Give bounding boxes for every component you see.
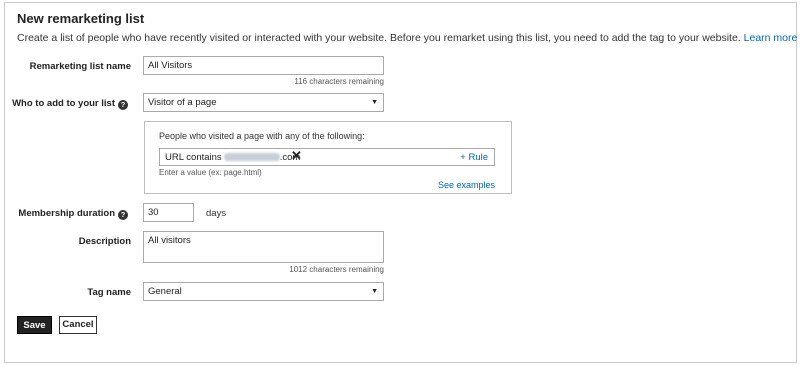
intro-text: Create a list of people who have recentl…	[17, 32, 797, 44]
list-name-label: Remarketing list name	[29, 61, 131, 72]
membership-duration-input[interactable]: 30	[143, 203, 194, 222]
tag-name-label: Tag name	[87, 287, 131, 298]
redacted-domain	[223, 153, 280, 161]
rule-box: People who visited a page with any of th…	[144, 121, 512, 194]
who-to-add-label: Who to add to your list?	[12, 98, 128, 110]
intro-description: Create a list of people who have recentl…	[17, 32, 741, 44]
save-button[interactable]: Save	[17, 316, 52, 334]
list-name-input[interactable]: All Visitors	[143, 56, 384, 75]
rule-input[interactable]: URL contains .com ✕ + Rule	[159, 148, 495, 166]
tag-name-select[interactable]: General ▼	[143, 282, 384, 301]
rule-heading: People who visited a page with any of th…	[159, 131, 365, 141]
page-title: New remarketing list	[17, 11, 145, 26]
list-name-value: All Visitors	[148, 60, 193, 71]
description-remaining: 1012 characters remaining	[289, 265, 384, 274]
list-name-remaining: 116 characters remaining	[294, 77, 384, 86]
cancel-button[interactable]: Cancel	[59, 316, 97, 334]
question-circle-icon[interactable]: ?	[118, 210, 128, 220]
rule-prefix: URL contains	[165, 152, 222, 163]
question-circle-icon[interactable]: ?	[118, 100, 128, 110]
who-to-add-select[interactable]: Visitor of a page ▼	[143, 93, 384, 112]
add-rule-link[interactable]: + Rule	[460, 152, 488, 163]
close-icon[interactable]: ✕	[291, 148, 302, 164]
rule-token: URL contains .com	[165, 152, 300, 163]
description-label: Description	[78, 236, 131, 247]
caret-down-icon: ▼	[371, 99, 378, 106]
caret-down-icon: ▼	[371, 288, 378, 295]
rule-help-text: Enter a value (ex: page.html)	[159, 168, 262, 177]
who-to-add-label-text: Who to add to your list	[12, 98, 115, 109]
membership-unit: days	[206, 208, 227, 219]
who-to-add-selected: Visitor of a page	[148, 97, 217, 108]
see-examples-link[interactable]: See examples	[438, 180, 495, 190]
learn-more-link[interactable]: Learn more	[744, 32, 798, 44]
membership-label: Membership duration?	[18, 208, 128, 220]
tag-name-selected: General	[148, 286, 182, 297]
description-textarea[interactable]: All visitors	[143, 231, 384, 263]
description-value: All visitors	[148, 235, 191, 246]
membership-label-text: Membership duration	[18, 208, 115, 219]
membership-value: 30	[148, 207, 159, 218]
